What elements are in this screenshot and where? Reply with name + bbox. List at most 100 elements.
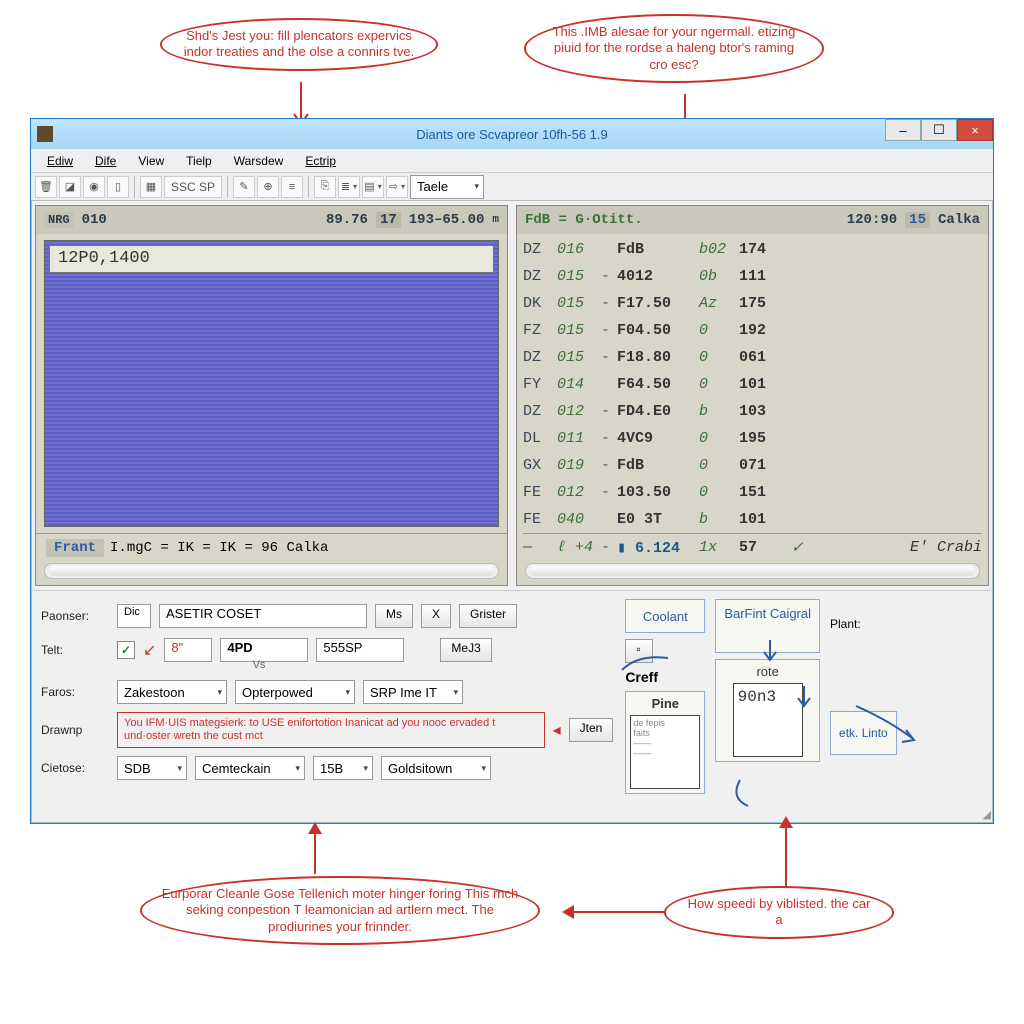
- display-value[interactable]: 12P0,1400: [49, 245, 494, 273]
- table-row: FY014F64.500101: [523, 371, 982, 398]
- titlebar[interactable]: Diants ore Scvapreor 10fh-56 1.9 – ☐ ×: [31, 119, 993, 149]
- coolant-label: Coolant: [643, 609, 688, 624]
- data-table: DZ016FdBb02174DZ015-40120b111DK015-F17.5…: [523, 236, 982, 559]
- tool-icon-5[interactable]: ✎: [233, 176, 255, 198]
- app-icon: [37, 126, 53, 142]
- left-panel: NRG 010 89.76 17 193–65.00 m 12P0,1400 F…: [35, 205, 508, 586]
- callout-bottom-left: Eurporar Cleanle Gose Tellenich moter hi…: [140, 876, 540, 945]
- vs-label: Vs: [215, 659, 303, 671]
- tool-dd-2[interactable]: ▤: [362, 176, 384, 198]
- drawnp-note: You IFM·UIS mategsierk: to USE enifortot…: [117, 712, 545, 747]
- telt-a[interactable]: 8": [164, 638, 212, 662]
- callout-text: Shd's Jest you: fill plencators expervic…: [184, 28, 415, 59]
- red-arrow-icon: ↙: [143, 640, 156, 660]
- menu-ediw[interactable]: Ediw: [37, 151, 83, 171]
- taele-select[interactable]: Taele: [410, 175, 484, 199]
- telt-checkbox[interactable]: ✓: [117, 641, 135, 659]
- menu-dife[interactable]: Dife: [85, 151, 126, 171]
- faros-a[interactable]: Zakestoon: [117, 680, 227, 704]
- callout-text: How speedi by viblisted. the car a: [688, 896, 871, 927]
- table-row: DZ012-FD4.E0b103: [523, 398, 982, 425]
- getose-c[interactable]: 15B: [313, 756, 373, 780]
- tool-icon-6[interactable]: ⊕: [257, 176, 279, 198]
- paonser-tag[interactable]: Dic: [117, 604, 151, 628]
- tool-icon-1[interactable]: ◪: [59, 176, 81, 198]
- menubar: Ediw Dife View Tielp Warsdew Ectrip: [31, 149, 993, 173]
- tool-icon-3[interactable]: ▯: [107, 176, 129, 198]
- telt-label: Telt:: [41, 643, 109, 657]
- getose-label: Cietose:: [41, 761, 109, 775]
- menu-warsdew[interactable]: Warsdew: [224, 151, 294, 171]
- header-fdb: FdB = G·Otitt.: [525, 212, 643, 228]
- paonser-label: Paonser:: [41, 609, 109, 623]
- footer-label: Frant: [46, 539, 104, 557]
- red-arrow-icon-2: ◂: [553, 720, 561, 740]
- left-panel-footer: Frant I.mgC = IK = IK = 96 Calka: [36, 533, 507, 561]
- header-a: 010: [82, 212, 107, 228]
- faros-b[interactable]: Opterpowed: [235, 680, 355, 704]
- left-scrollbar[interactable]: [44, 563, 499, 579]
- paonser-input[interactable]: ASETIR COSET: [159, 604, 367, 628]
- mej-button[interactable]: MeJ3: [440, 638, 491, 662]
- callout-text: This .IMB alesae for your ngermall. etiz…: [553, 24, 796, 72]
- table-row: DZ015-40120b111: [523, 263, 982, 290]
- close-button[interactable]: ×: [957, 119, 993, 141]
- left-panel-header: NRG 010 89.76 17 193–65.00 m: [36, 206, 507, 234]
- table-row: FZ015-F04.500192: [523, 317, 982, 344]
- header-tag: NRG: [44, 212, 74, 228]
- paonser-btn1[interactable]: Ms: [375, 604, 413, 628]
- menu-ectrip[interactable]: Ectrip: [295, 151, 346, 171]
- table-total-row: —ℓ +4-▮ 6.1241x57✓E' Crabi: [523, 533, 982, 559]
- tool-icon-7[interactable]: ≡: [281, 176, 303, 198]
- tool-dd-1[interactable]: ≣: [338, 176, 360, 198]
- ssp-button[interactable]: SSC SP: [164, 176, 222, 198]
- minimize-button[interactable]: –: [885, 119, 921, 141]
- table-row: DZ015-F18.800061: [523, 344, 982, 371]
- right-panel-header: FdB = G·Otitt. 120:90 15 Calka: [517, 206, 988, 234]
- header-num: 120:90: [847, 212, 897, 228]
- toolbar-sep: [134, 176, 135, 198]
- grister-button[interactable]: Grister: [459, 604, 517, 628]
- right-panel: FdB = G·Otitt. 120:90 15 Calka DZ016FdBb…: [516, 205, 989, 586]
- display-area: 12P0,1400: [44, 240, 499, 527]
- callout-top-right: This .IMB alesae for your ngermall. etiz…: [524, 14, 824, 83]
- toolbar: 🗑 ◪ ◉ ▯ ▦ SSC SP ✎ ⊕ ≡ ⎘ ≣ ▤ ⇨ Taele: [31, 173, 993, 201]
- tool-icon-8[interactable]: ⎘: [314, 176, 336, 198]
- telt-c[interactable]: 555SP: [316, 638, 404, 662]
- resize-grip-icon[interactable]: ◢: [983, 808, 991, 821]
- header-b: 89.76: [326, 212, 368, 228]
- window-title: Diants ore Scvapreor 10fh-56 1.9: [416, 127, 608, 142]
- footer-expr: I.mgC = IK = IK = 96 Calka: [110, 540, 328, 556]
- tool-dd-3[interactable]: ⇨: [386, 176, 408, 198]
- header-e: m: [492, 214, 499, 226]
- table-row: DZ016FdBb02174: [523, 236, 982, 263]
- plant-label: Plant:: [830, 617, 897, 631]
- table-row: FE040E0 3Tb101: [523, 506, 982, 533]
- header-d: 193–65.00: [409, 212, 485, 228]
- callout-bottom-right: How speedi by viblisted. the car a: [664, 886, 894, 939]
- coolant-box[interactable]: Coolant: [625, 599, 705, 633]
- menu-tielp[interactable]: Tielp: [176, 151, 222, 171]
- menu-view[interactable]: View: [128, 151, 174, 171]
- tool-icon-2[interactable]: ◉: [83, 176, 105, 198]
- getose-b[interactable]: Cemteckain: [195, 756, 305, 780]
- faros-c[interactable]: SRP Ime IT: [363, 680, 463, 704]
- callout-top-left: Shd's Jest you: fill plencators expervic…: [160, 18, 438, 71]
- table-row: DK015-F17.50Az175: [523, 290, 982, 317]
- right-scrollbar[interactable]: [525, 563, 980, 579]
- drawnp-label: Drawnp: [41, 723, 109, 737]
- tool-icon-4[interactable]: ▦: [140, 176, 162, 198]
- blue-arrows-overlay: [620, 630, 980, 830]
- barfint-label: BarFint Caigral: [724, 606, 811, 621]
- jten-button[interactable]: Jten: [569, 718, 614, 742]
- trash-icon[interactable]: 🗑: [35, 176, 57, 198]
- header-blue: 15: [905, 212, 930, 228]
- getose-a[interactable]: SDB: [117, 756, 187, 780]
- faros-label: Faros:: [41, 685, 109, 699]
- callout-text: Eurporar Cleanle Gose Tellenich moter hi…: [162, 886, 518, 934]
- table-row: FE012-103.500151: [523, 479, 982, 506]
- paonser-btn2[interactable]: X: [421, 604, 451, 628]
- maximize-button[interactable]: ☐: [921, 119, 957, 141]
- getose-d[interactable]: Goldsitown: [381, 756, 491, 780]
- header-txt: Calka: [938, 212, 980, 228]
